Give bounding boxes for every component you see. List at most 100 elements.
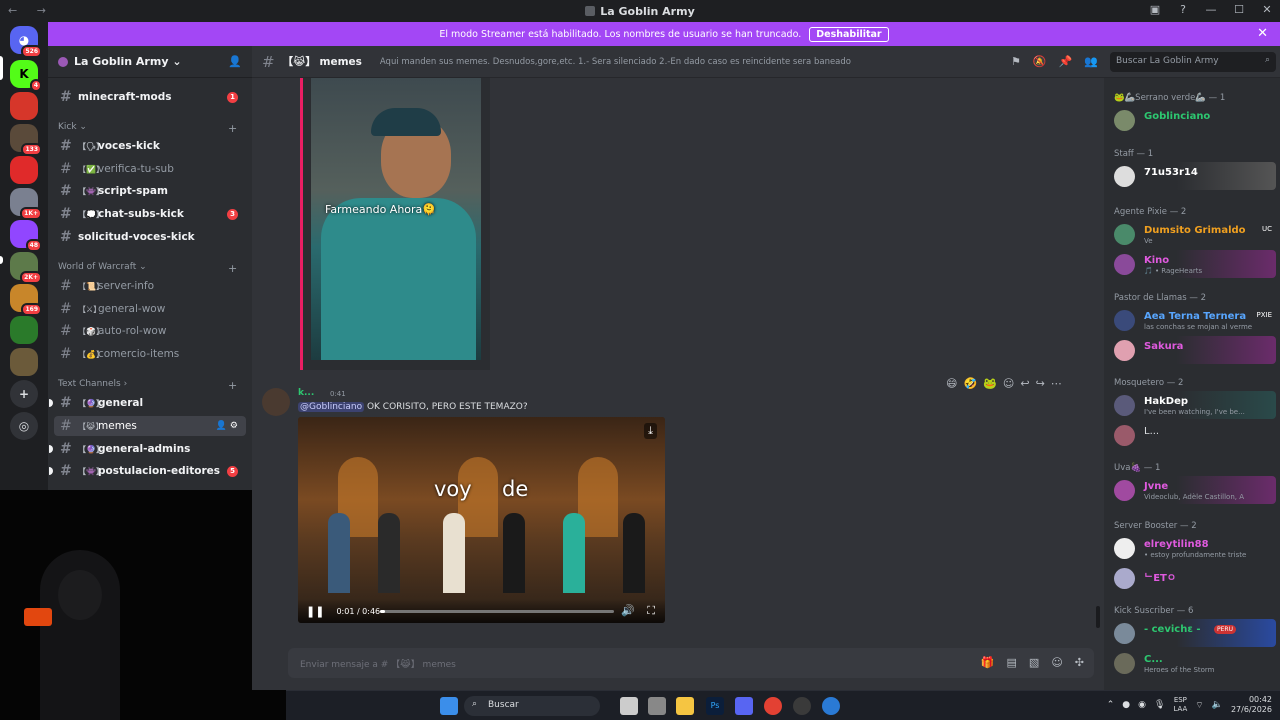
member-item[interactable]: Kino 🎵 • RageHearts xyxy=(1110,250,1276,278)
video-progress[interactable] xyxy=(380,610,614,613)
category-text-channels[interactable]: Text Channels › + xyxy=(58,379,237,392)
download-icon[interactable]: ⤓ xyxy=(644,423,657,439)
channel-voces-kick[interactable]: # 【🗣】 voces-kick xyxy=(54,136,246,156)
channel-script-spam[interactable]: # 【👾】 script-spam xyxy=(54,181,246,201)
gift-icon[interactable]: 🎁 xyxy=(981,656,995,669)
help-icon[interactable]: ? xyxy=(1176,3,1190,16)
member-item[interactable]: Jvne Videoclub, Adèle Castillon, A xyxy=(1110,476,1276,504)
channel-postulacion-editores[interactable]: # 【👾】 postulacion-editores 5 xyxy=(49,461,246,481)
threads-icon[interactable]: ⚑ xyxy=(1011,55,1021,68)
channel-general[interactable]: # 【🔮】 general xyxy=(49,393,246,413)
member-item[interactable]: Goblinciano xyxy=(1110,106,1276,134)
member-item[interactable]: ᄂETㅇ xyxy=(1110,564,1276,592)
category-wow[interactable]: World of Warcraft ⌄ + xyxy=(58,262,237,275)
reply-icon[interactable]: ↩ xyxy=(1020,377,1029,390)
close-banner-icon[interactable]: ✕ xyxy=(1257,26,1268,41)
tray-chevron-icon[interactable]: ⌃ xyxy=(1107,700,1115,710)
avatar[interactable] xyxy=(262,388,290,416)
members-icon[interactable]: 👥 xyxy=(1084,55,1098,68)
volume-icon[interactable]: 🔈 xyxy=(1212,700,1223,710)
channel-memes[interactable]: # 【😹】 memes 👤 ⚙ xyxy=(54,416,246,436)
start-icon[interactable] xyxy=(440,697,458,715)
minimize-button[interactable]: — xyxy=(1204,3,1218,16)
server-icon[interactable] xyxy=(10,316,38,344)
file-explorer-icon[interactable] xyxy=(676,697,694,715)
server-icon[interactable] xyxy=(10,92,38,120)
member-item[interactable]: elreytilin88 • estoy profundamente triste xyxy=(1110,534,1276,562)
server-icon[interactable] xyxy=(10,156,38,184)
discover-icon[interactable]: ◎ xyxy=(10,412,38,440)
mic-icon[interactable]: 🎙 xyxy=(1154,700,1165,710)
mention[interactable]: @Goblinciano xyxy=(298,402,365,412)
server-kick[interactable]: K4 xyxy=(10,60,42,92)
tray-app-icon[interactable]: ◉ xyxy=(1138,700,1146,710)
app-icon[interactable] xyxy=(648,697,666,715)
channel-auto-rol-wow[interactable]: # 【🎲】 auto-rol-wow xyxy=(54,321,246,341)
notifications-icon[interactable]: 🔕 xyxy=(1033,55,1047,68)
member-item[interactable]: L... xyxy=(1110,421,1276,449)
channel-general-wow[interactable]: # 【⚔】 general-wow xyxy=(54,299,246,319)
channel-solicitud-voces-kick[interactable]: # solicitud-voces-kick xyxy=(54,227,246,247)
pinned-icon[interactable]: 📌 xyxy=(1059,55,1073,68)
app-icon[interactable] xyxy=(822,697,840,715)
reaction-icon[interactable]: 🤣 xyxy=(963,377,977,390)
video-player[interactable]: voy de ⤓ ❚❚ 0:01 / 0:46 🔊 ⛶ xyxy=(298,417,665,623)
fullscreen-icon[interactable]: ⛶ xyxy=(647,604,655,618)
video-embed-1[interactable]: Farmeando Ahora🫠 xyxy=(300,78,490,370)
member-item[interactable]: C... Heroes of the Storm xyxy=(1110,649,1276,677)
pause-icon[interactable]: ❚❚ xyxy=(306,605,324,618)
channel-topic[interactable]: Aqui manden sus memes. Desnudos,gore,etc… xyxy=(380,57,851,67)
member-item[interactable]: HakDep I've been watching, I've be... xyxy=(1110,391,1276,419)
channel-general-admins[interactable]: # 【🔮】 general-admins xyxy=(49,439,246,459)
server-twitch[interactable]: 48 xyxy=(10,220,42,252)
guild-header[interactable]: La Goblin Army ⌄ 👤 xyxy=(48,46,252,78)
apps-icon[interactable]: ✣ xyxy=(1075,656,1084,669)
member-item[interactable]: Dumsito Grimaldo Ve UC xyxy=(1110,220,1276,248)
discord-home-icon[interactable]: ◕ 526 xyxy=(10,26,42,58)
search-input[interactable]: Buscar La Goblin Army ⌕ xyxy=(1110,52,1276,72)
channel-server-info[interactable]: # 【📜】 server-info xyxy=(54,276,246,296)
search-bar[interactable]: Buscar La Goblin Army ⌕ xyxy=(1104,46,1280,78)
reaction-icon[interactable]: 🐸 xyxy=(983,377,997,390)
channel-minecraft-mods[interactable]: # minecraft-mods 1 xyxy=(54,87,246,107)
taskbar-search[interactable]: ⌕ Buscar xyxy=(464,696,600,716)
server-icon[interactable]: 133 xyxy=(10,124,42,156)
app-icon[interactable] xyxy=(793,697,811,715)
emoji-icon[interactable]: ☺ xyxy=(1051,656,1062,669)
discord-icon[interactable] xyxy=(735,697,753,715)
server-icon[interactable] xyxy=(10,348,38,376)
language-indicator[interactable]: ESP LAA xyxy=(1173,696,1187,714)
scrollbar[interactable] xyxy=(1096,606,1100,628)
chrome-icon[interactable] xyxy=(764,697,782,715)
photoshop-icon[interactable]: Ps xyxy=(706,697,724,715)
message-author[interactable]: k... xyxy=(298,388,314,398)
add-server-icon[interactable]: + xyxy=(10,380,38,408)
clock[interactable]: 00:42 27/6/2026 xyxy=(1231,695,1272,715)
channel-chat-subs-kick[interactable]: # 【💭】 chat-subs-kick 3 xyxy=(54,204,246,224)
channel-verifica-tu-sub[interactable]: # 【✅】 verifica-tu-sub xyxy=(54,159,246,179)
member-item[interactable]: - cevichε - PERU xyxy=(1110,619,1276,647)
maximize-button[interactable]: ☐ xyxy=(1232,3,1246,16)
member-item[interactable]: 71u53r14 xyxy=(1110,162,1276,190)
disable-button[interactable]: Deshabilitar xyxy=(809,26,889,42)
add-member-icon[interactable]: 👤 xyxy=(228,55,242,68)
more-icon[interactable]: ⋯ xyxy=(1051,377,1062,390)
channel-comercio-items[interactable]: # 【💰】 comercio-items xyxy=(54,344,246,364)
server-icon[interactable]: 2K+ xyxy=(10,252,42,284)
task-view-icon[interactable] xyxy=(620,697,638,715)
member-item[interactable]: Sakura xyxy=(1110,336,1276,364)
tray-app-icon[interactable]: ● xyxy=(1122,700,1130,710)
server-icon[interactable]: 169 xyxy=(10,284,42,316)
server-icon[interactable]: 1K+ xyxy=(10,188,42,220)
forward-icon[interactable]: ↪ xyxy=(1036,377,1045,390)
category-kick[interactable]: Kick ⌄ + xyxy=(58,122,237,135)
sticker-icon[interactable]: ▧ xyxy=(1029,656,1039,669)
close-button[interactable]: ✕ xyxy=(1260,3,1274,16)
settings-icon[interactable]: 👤 ⚙ xyxy=(216,421,238,431)
inbox-icon[interactable]: ▣ xyxy=(1148,3,1162,16)
member-item[interactable]: Aea Terna Ternera las conchas se mojan al… xyxy=(1110,306,1276,334)
add-reaction-icon[interactable]: ☺ xyxy=(1003,377,1014,390)
message-input[interactable]: Enviar mensaje a # 【😹】 memes 🎁 ▤ ▧ ☺ ✣ xyxy=(288,648,1094,678)
reaction-icon[interactable]: 😄 xyxy=(946,377,957,390)
gif-icon[interactable]: ▤ xyxy=(1007,656,1017,669)
